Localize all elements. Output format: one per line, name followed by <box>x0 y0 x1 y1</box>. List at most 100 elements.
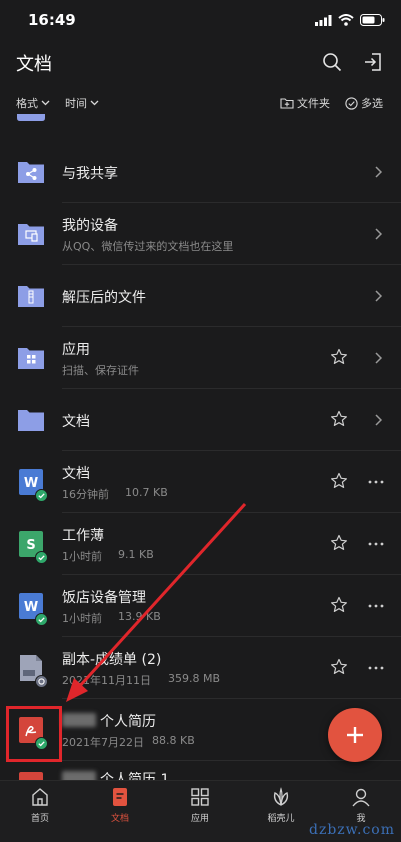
redacted-name <box>62 771 96 780</box>
user-icon <box>352 788 370 807</box>
list-item-subtitle: 扫描、保存证件 <box>62 364 139 377</box>
star-icon[interactable] <box>330 534 348 552</box>
list-item-title: 与我共享 <box>62 166 118 182</box>
more-icon[interactable] <box>367 597 385 615</box>
list-item-title: 饭店设备管理 <box>62 590 146 606</box>
list-item[interactable]: 解压后的文件 <box>0 265 401 327</box>
page-title: 文档 <box>16 54 52 75</box>
status-time: 16:49 <box>28 11 76 29</box>
plus-icon <box>347 727 363 743</box>
document-icon <box>113 788 127 806</box>
tab-apps[interactable]: 应用 <box>170 787 230 831</box>
apps-folder-icon <box>18 348 44 369</box>
new-folder-label: 文件夹 <box>297 97 330 110</box>
list-item-title: 副本-成绩单 (2) <box>62 652 162 668</box>
star-icon[interactable] <box>330 658 348 676</box>
pdf-doc-icon <box>19 772 43 780</box>
tab-label: 稻壳儿 <box>267 814 295 824</box>
chevron-down-icon <box>90 100 99 106</box>
star-icon[interactable] <box>330 596 348 614</box>
tab-docer[interactable]: 稻壳儿 <box>251 787 311 831</box>
folder-icon <box>17 114 45 121</box>
list-item-title: 工作薄 <box>62 528 104 544</box>
search-icon <box>323 53 342 72</box>
list-item-time: 1小时前 <box>62 550 102 563</box>
tab-label: 文档 <box>110 814 129 824</box>
list-item-title: 应用 <box>62 342 90 358</box>
more-icon[interactable] <box>367 535 385 553</box>
star-icon[interactable] <box>330 348 348 366</box>
status-icons <box>315 14 385 26</box>
cloud-synced-icon <box>35 613 48 626</box>
list-item[interactable]: 副本-成绩单 (2) 2021年11月11日 359.8 MB <box>0 637 401 699</box>
tab-label: 首页 <box>30 814 49 824</box>
list-item-time: 16分钟前 <box>62 488 109 501</box>
list-item[interactable]: 与我共享 <box>0 141 401 203</box>
multi-select-label: 多选 <box>361 97 383 110</box>
cloud-synced-icon <box>35 551 48 564</box>
tab-documents[interactable]: 文档 <box>90 787 150 831</box>
redacted-name <box>62 713 96 727</box>
tab-label: 应用 <box>190 814 209 824</box>
star-icon[interactable] <box>330 472 348 490</box>
list-item-time: 1小时前 <box>62 612 102 625</box>
list-item-time: 2021年11月11日 <box>62 674 151 687</box>
format-filter[interactable]: 格式 <box>16 95 50 111</box>
cloud-synced-icon <box>35 489 48 502</box>
chevron-right-icon <box>375 352 383 364</box>
list-item-size: 359.8 MB <box>168 672 221 685</box>
apps-grid-icon <box>191 788 209 806</box>
list-item-title: 我的设备 <box>62 218 118 234</box>
list-item-title: 文档 <box>62 414 90 430</box>
time-filter[interactable]: 时间 <box>65 95 99 111</box>
list-item[interactable]: 我的设备 从QQ、微信传过来的文档也在这里 <box>0 203 401 265</box>
list-item-size: 88.8 KB <box>152 734 195 747</box>
tab-bar: 首页 文档 应用 稻壳儿 我 dzbzw.com <box>0 780 401 842</box>
chevron-right-icon <box>375 414 383 426</box>
header: 文档 <box>0 42 401 82</box>
list-item-time: 2021年7月22日 <box>62 736 144 749</box>
chevron-right-icon <box>375 228 383 240</box>
list-item[interactable]: 应用 扫描、保存证件 <box>0 327 401 389</box>
list-item[interactable]: 文档 <box>0 389 401 451</box>
home-icon <box>32 788 48 806</box>
list-item-size: 13.9 KB <box>118 610 161 623</box>
list-item[interactable]: W 文档 16分钟前 10.7 KB <box>0 451 401 513</box>
list-item[interactable]: 个人简历 1 <box>0 761 401 780</box>
import-icon <box>365 53 381 71</box>
star-icon[interactable] <box>330 410 348 428</box>
list-item[interactable]: S 工作薄 1小时前 9.1 KB <box>0 513 401 575</box>
check-circle-icon <box>345 96 358 110</box>
battery-icon <box>360 14 385 26</box>
filter-bar: 格式 时间 文件夹 多选 <box>0 90 401 116</box>
more-icon[interactable] <box>367 659 385 677</box>
list-item-subtitle: 从QQ、微信传过来的文档也在这里 <box>62 240 234 253</box>
status-bar: 16:49 <box>0 0 401 42</box>
highlight-box <box>6 706 62 762</box>
list-item-title: 个人简历 <box>100 714 156 730</box>
list-item-title: 文档 <box>62 466 90 482</box>
import-button[interactable] <box>359 48 387 76</box>
tab-home[interactable]: 首页 <box>10 787 70 831</box>
time-filter-label: 时间 <box>65 97 87 110</box>
signal-icon <box>315 14 332 26</box>
new-folder-button[interactable]: 文件夹 <box>280 95 330 111</box>
watermark: dzbzw.com <box>309 822 395 838</box>
wifi-icon <box>338 14 354 26</box>
format-filter-label: 格式 <box>16 97 38 110</box>
chevron-right-icon <box>375 166 383 178</box>
list-item-size: 10.7 KB <box>125 486 168 499</box>
list-item-title: 个人简历 1 <box>100 772 170 780</box>
search-button[interactable] <box>318 48 346 76</box>
folder-icon <box>18 410 44 431</box>
list-item-title: 解压后的文件 <box>62 290 146 306</box>
more-icon[interactable] <box>367 473 385 491</box>
add-button[interactable] <box>328 708 382 762</box>
list-item-size: 9.1 KB <box>118 548 154 561</box>
list-item[interactable]: W 饭店设备管理 1小时前 13.9 KB <box>0 575 401 637</box>
chevron-down-icon <box>41 100 50 106</box>
shared-folder-icon <box>18 162 44 183</box>
device-folder-icon <box>18 224 44 245</box>
multi-select-button[interactable]: 多选 <box>345 95 383 111</box>
cloud-pending-icon <box>35 675 48 688</box>
